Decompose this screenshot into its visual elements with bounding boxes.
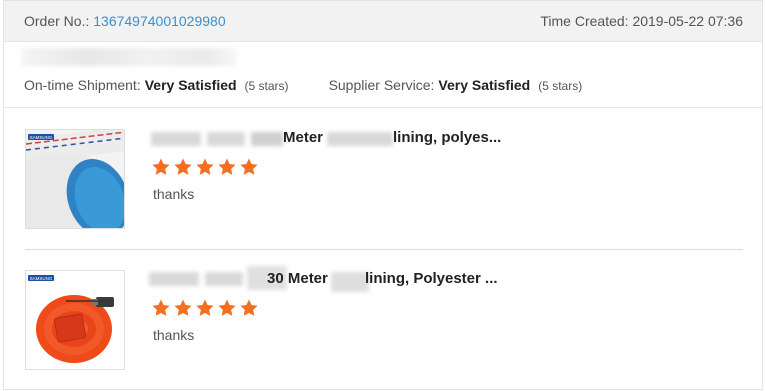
product-title-part: Meter (283, 129, 324, 146)
star-icon (239, 157, 259, 177)
star-icon (239, 298, 259, 318)
redacted-text (151, 132, 201, 146)
star-icon (217, 157, 237, 177)
supplier-note: (5 stars) (538, 79, 583, 93)
star-icon (173, 298, 193, 318)
product-title-part: 30 Meter (267, 270, 328, 287)
time-created-value: 2019-05-22 07:36 (632, 13, 743, 29)
order-header: Order No.: 13674974001029980 Time Create… (4, 1, 762, 42)
redacted-text (149, 272, 199, 286)
redacted-text (207, 132, 245, 146)
star-icon (195, 157, 215, 177)
product-thumbnail[interactable]: SAMSUNG (25, 270, 125, 370)
order-no-link[interactable]: 13674974001029980 (93, 13, 225, 29)
fire-hose-red-image: SAMSUNG (26, 271, 124, 369)
ontime-label: On-time Shipment: (24, 77, 141, 93)
svg-text:SAMSUNG: SAMSUNG (30, 276, 53, 281)
time-created-label: Time Created: (540, 13, 629, 29)
product-thumbnail[interactable]: SAMSUNG (25, 129, 125, 229)
section-divider (4, 107, 762, 108)
star-icon (217, 298, 237, 318)
ontime-shipment-rating: On-time Shipment: Very Satisfied (5 star… (24, 77, 289, 93)
svg-text:SAMSUNG: SAMSUNG (30, 135, 53, 140)
product-title[interactable]: Meter lining, polyes... (147, 129, 617, 149)
star-icon (195, 298, 215, 318)
order-review-card: Order No.: 13674974001029980 Time Create… (3, 0, 763, 390)
order-number: Order No.: 13674974001029980 (24, 13, 226, 29)
redacted-text (331, 272, 369, 292)
supplier-value: Very Satisfied (438, 77, 531, 93)
product-rating-stars (151, 157, 261, 177)
item-divider (25, 249, 743, 250)
ontime-value: Very Satisfied (144, 77, 237, 93)
product-rating-stars (151, 298, 261, 318)
product-title-part: lining, polyes... (393, 129, 502, 146)
supplier-service-rating: Supplier Service: Very Satisfied (5 star… (329, 77, 583, 93)
service-ratings: On-time Shipment: Very Satisfied (5 star… (24, 77, 582, 93)
feedback-text: thanks (153, 186, 195, 202)
redacted-text (327, 132, 393, 146)
supplier-label: Supplier Service: (328, 77, 435, 93)
product-title-part: lining, Polyester ... (365, 270, 498, 287)
product-title[interactable]: 30 Meter lining, Polyester ... (147, 266, 617, 292)
blurred-buyer-name (22, 48, 237, 66)
feedback-text: thanks (153, 327, 195, 343)
redacted-text (205, 272, 243, 286)
redacted-text (251, 132, 283, 146)
star-icon (151, 157, 171, 177)
ontime-note: (5 stars) (244, 79, 289, 93)
star-icon (173, 157, 193, 177)
order-no-label: Order No.: (24, 13, 90, 29)
time-created: Time Created: 2019-05-22 07:36 (540, 13, 743, 29)
star-icon (151, 298, 171, 318)
fire-hose-white-image: SAMSUNG (26, 130, 124, 228)
